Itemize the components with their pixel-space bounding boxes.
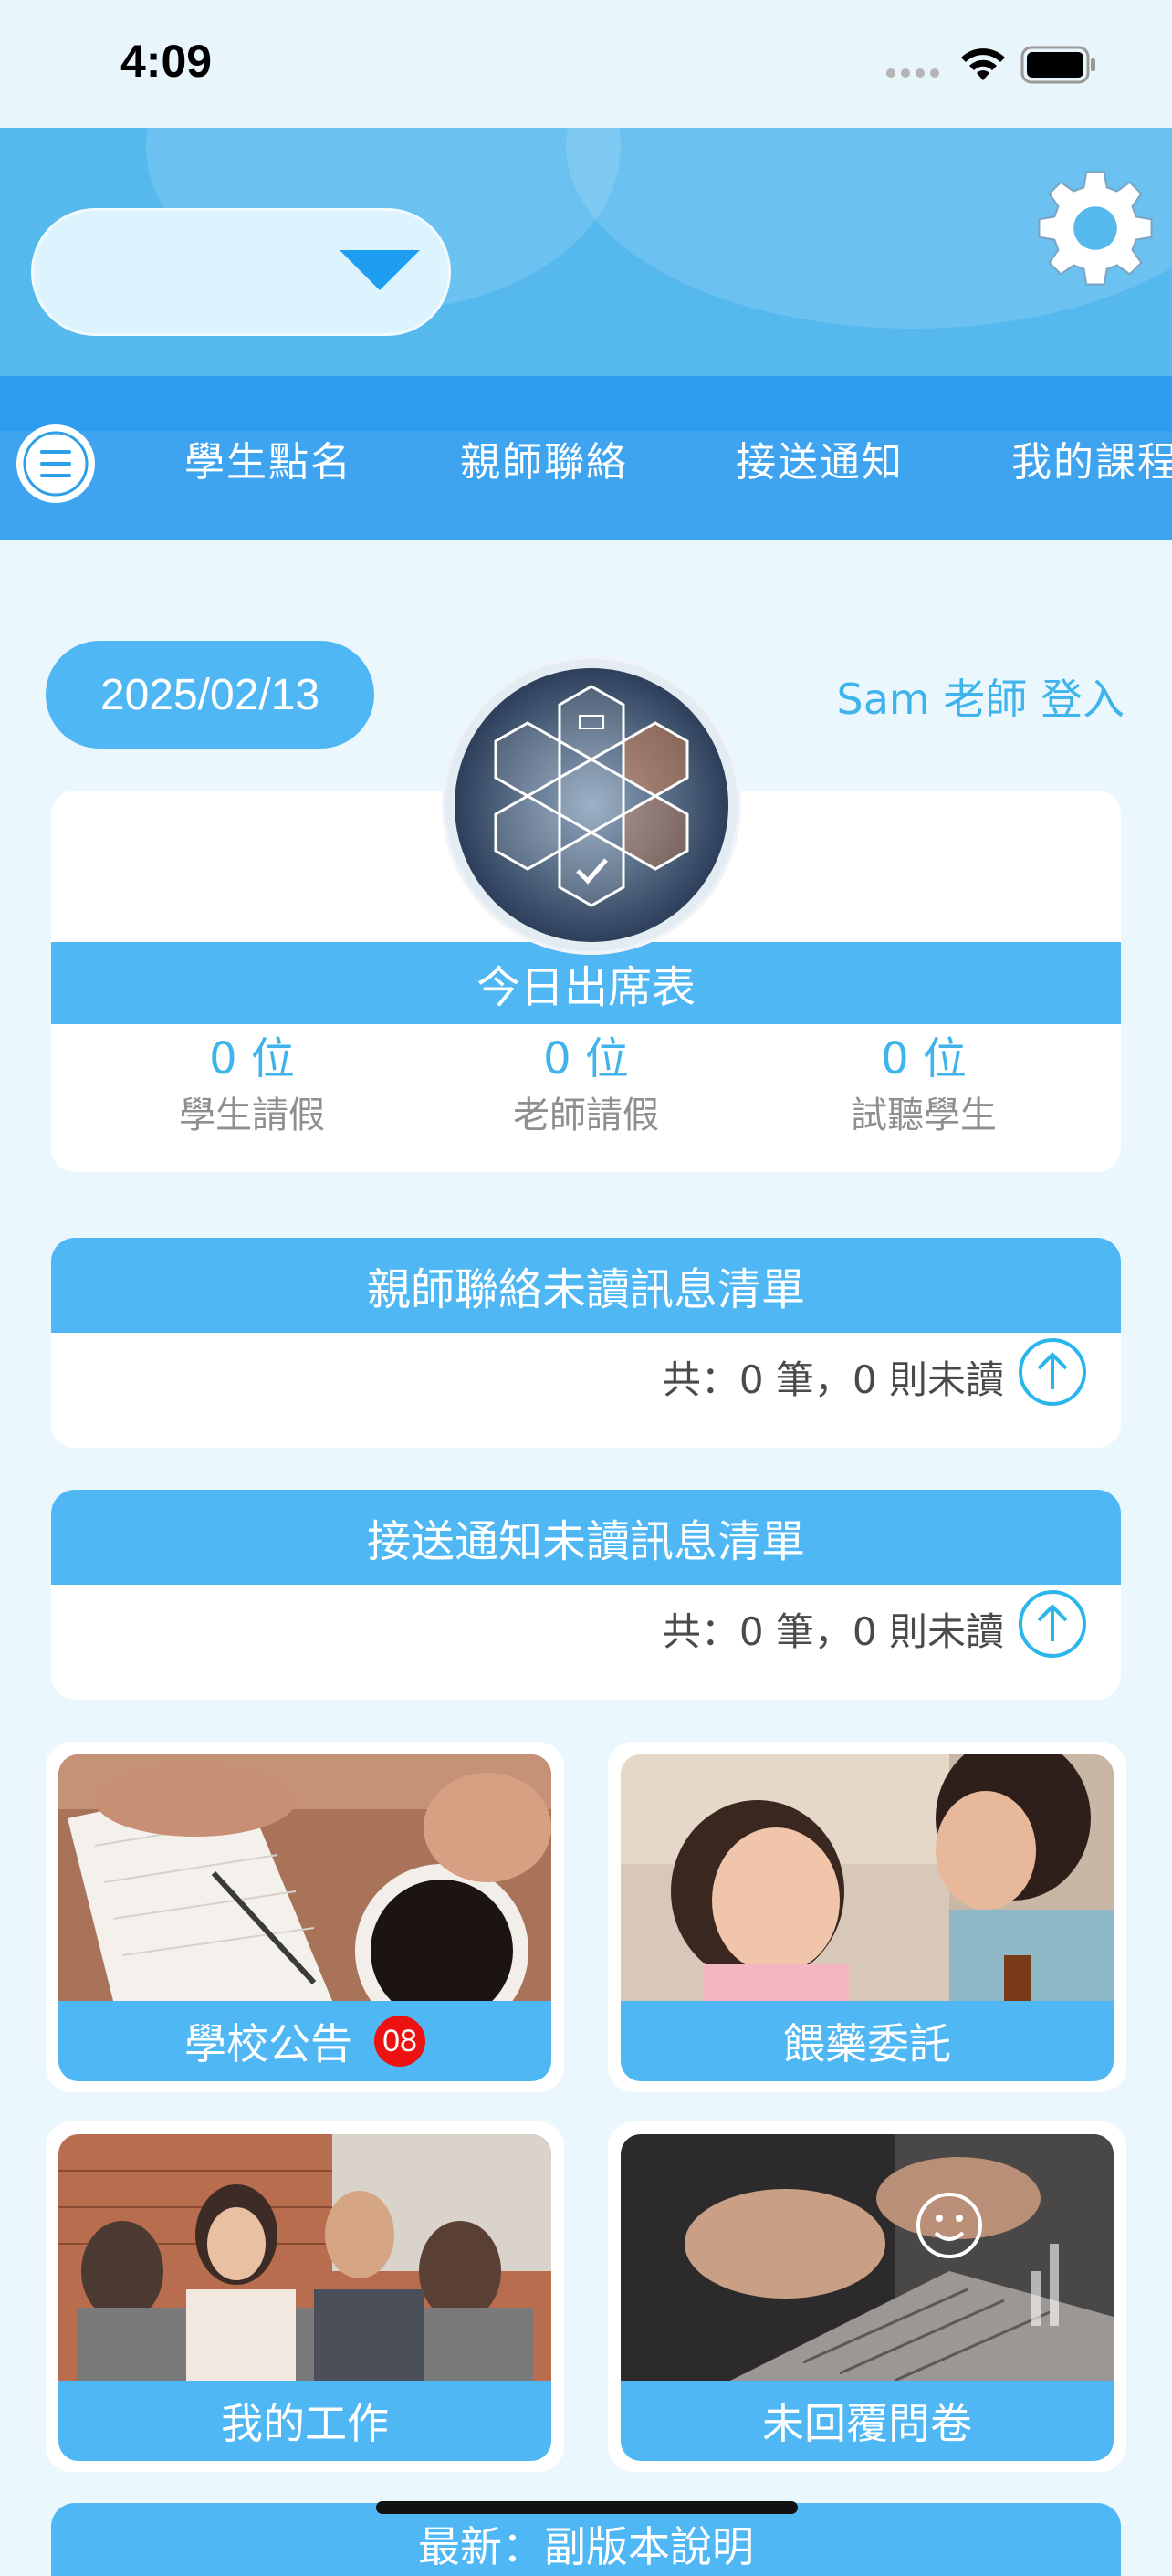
team-meeting-image — [58, 2134, 551, 2381]
tile-unanswered-survey[interactable]: 未回覆問卷 — [608, 2121, 1126, 2472]
card-title: 親師聯絡未讀訊息清單 — [51, 1238, 1121, 1333]
stat-label: 老師請假 — [513, 1094, 659, 1136]
child-medicine-image — [621, 1754, 1114, 2001]
tile-label: 餵藥委託 — [621, 2001, 1114, 2081]
unread-summary: 共：0 筆，0 則未讀 — [662, 1357, 1004, 1402]
notebook-coffee-image — [58, 1754, 551, 2001]
tile-label: 學校公告 08 — [58, 2001, 551, 2081]
tile-medication-request[interactable]: 餵藥委託 — [608, 1742, 1126, 2092]
stat-trial-students[interactable]: 0 位 試聽學生 — [787, 1030, 1061, 1143]
stat-label: 試聽學生 — [851, 1094, 997, 1136]
tab-bar-top-strip — [0, 376, 1172, 431]
tab-my-courses[interactable]: 我的課程 — [1011, 429, 1172, 487]
stat-value: 0 位 — [209, 1033, 295, 1084]
wifi-icon — [961, 48, 1005, 80]
expand-button[interactable] — [1019, 1590, 1086, 1658]
tile-label: 未回覆問卷 — [621, 2381, 1114, 2461]
login-status[interactable]: Sam 老師 登入 — [837, 666, 1125, 727]
battery-icon — [1020, 46, 1095, 84]
status-time: 4:09 — [120, 36, 213, 87]
pickup-unread-card[interactable]: 接送通知未讀訊息清單 共：0 筆，0 則未讀 — [51, 1490, 1121, 1700]
status-bar: 4:09 — [0, 0, 1172, 128]
tile-my-work[interactable]: 我的工作 — [46, 2121, 564, 2472]
stat-student-leave[interactable]: 0 位 學生請假 — [115, 1030, 389, 1143]
home-indicator[interactable] — [376, 2501, 798, 2514]
card-title: 接送通知未讀訊息清單 — [51, 1490, 1121, 1585]
cellular-signal-icon — [886, 68, 939, 78]
stat-value: 0 位 — [881, 1033, 967, 1084]
school-select-dropdown[interactable] — [31, 208, 451, 336]
unread-summary: 共：0 筆，0 則未讀 — [662, 1609, 1004, 1654]
parent-teacher-unread-card[interactable]: 親師聯絡未讀訊息清單 共：0 筆，0 則未讀 — [51, 1238, 1121, 1448]
tile-label-text: 學校公告 — [184, 2019, 352, 2068]
stat-teacher-leave[interactable]: 0 位 老師請假 — [449, 1030, 723, 1143]
laptop-smiley-image — [621, 2134, 1114, 2381]
date-pill[interactable]: 2025/02/13 — [46, 641, 374, 749]
project-management-logo — [445, 659, 738, 951]
stat-value: 0 位 — [543, 1033, 629, 1084]
hamburger-icon — [23, 431, 89, 497]
tab-student-roll-call[interactable]: 學生點名 — [184, 429, 352, 487]
latest-version-label: 最新：副版本說明 — [418, 2522, 754, 2571]
attendance-title: 今日出席表 — [51, 942, 1121, 1024]
latest-version-card[interactable]: 最新：副版本說明 — [51, 2503, 1121, 2576]
tab-parent-teacher-contact[interactable]: 親師聯絡 — [460, 429, 628, 487]
tile-label: 我的工作 — [58, 2381, 551, 2461]
tile-school-announcement[interactable]: 學校公告 08 — [46, 1742, 564, 2092]
arrow-up-icon — [1037, 1352, 1068, 1389]
expand-button[interactable] — [1019, 1338, 1086, 1406]
tab-pickup-notice[interactable]: 接送通知 — [736, 429, 904, 487]
arrow-up-icon — [1037, 1604, 1068, 1641]
gear-icon[interactable] — [1031, 164, 1159, 292]
menu-button[interactable] — [16, 424, 95, 503]
stat-label: 學生請假 — [179, 1094, 325, 1136]
unread-count-badge: 08 — [374, 2016, 425, 2067]
chevron-down-icon — [340, 250, 420, 290]
